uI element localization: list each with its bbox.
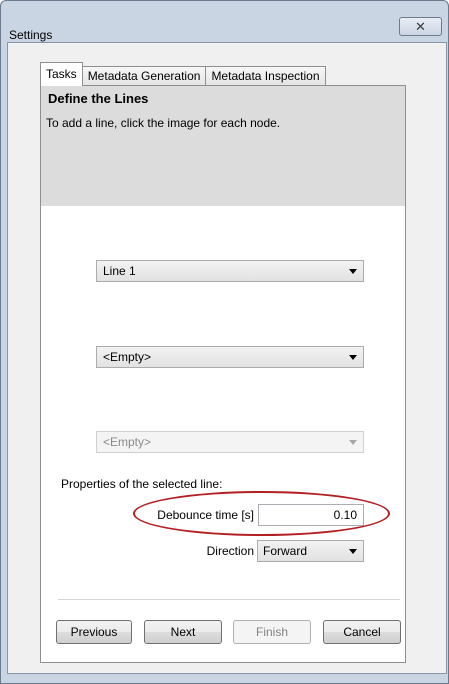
direction-label: Direction [206, 544, 254, 558]
properties-heading: Properties of the selected line: [61, 477, 223, 491]
chevron-down-icon [349, 355, 357, 360]
tab-metadata-generation[interactable]: Metadata Generation [81, 66, 207, 86]
direction-select-value: Forward [263, 544, 308, 558]
window-title: Settings [9, 28, 53, 42]
finish-button: Finish [233, 620, 311, 644]
panel-header: Define the Lines To add a line, click th… [41, 86, 405, 206]
line-select-3-value: <Empty> [103, 435, 152, 449]
line-select-3: <Empty> [96, 431, 364, 453]
line-select-2-value: <Empty> [103, 350, 152, 364]
line-select-2[interactable]: <Empty> [96, 346, 364, 368]
previous-button[interactable]: Previous [56, 620, 132, 644]
line-select-1[interactable]: Line 1 [96, 260, 364, 282]
cancel-button[interactable]: Cancel [323, 620, 401, 644]
tasks-panel: Define the Lines To add a line, click th… [40, 85, 406, 663]
page-description: To add a line, click the image for each … [46, 116, 281, 130]
tab-metadata-inspection[interactable]: Metadata Inspection [205, 66, 326, 86]
button-separator [58, 599, 400, 600]
page-title: Define the Lines [48, 91, 149, 106]
close-icon: ✕ [415, 19, 426, 34]
chevron-down-icon [349, 549, 357, 554]
debounce-time-label: Debounce time [s] [157, 508, 254, 522]
next-button[interactable]: Next [144, 620, 222, 644]
line-select-1-value: Line 1 [103, 264, 136, 278]
tab-tasks[interactable]: Tasks [40, 62, 83, 86]
debounce-time-input[interactable]: 0.10 [258, 504, 364, 526]
tab-strip: Tasks Metadata Generation Metadata Inspe… [40, 62, 326, 86]
direction-select[interactable]: Forward [257, 540, 364, 562]
close-button[interactable]: ✕ [399, 17, 442, 36]
chevron-down-icon [349, 440, 357, 445]
chevron-down-icon [349, 269, 357, 274]
title-bar: Settings ✕ [1, 1, 448, 42]
